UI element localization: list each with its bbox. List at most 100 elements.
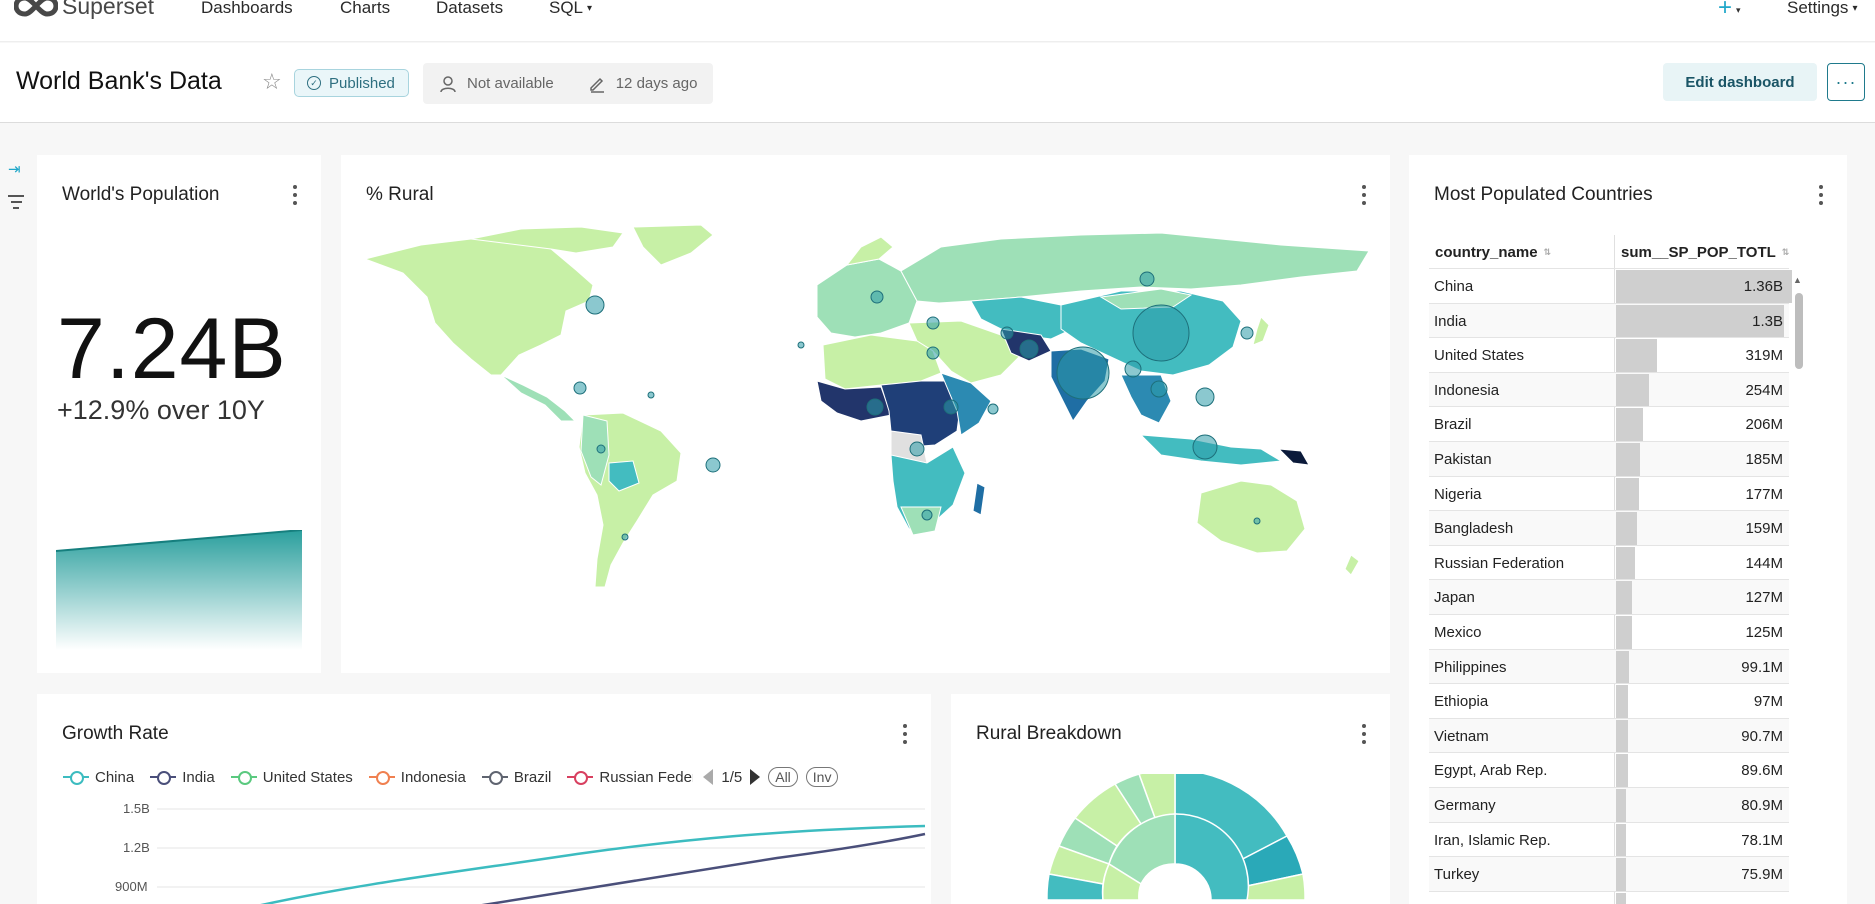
table-scrollbar-thumb[interactable]	[1795, 293, 1803, 369]
table-row[interactable]: Iran, Islamic Rep. 78.1M	[1429, 821, 1789, 857]
bubble-japan[interactable]	[1240, 326, 1254, 340]
region-new-zealand[interactable]	[1344, 554, 1360, 576]
region-australia[interactable]	[1196, 480, 1306, 554]
legend-item[interactable]: Indonesia	[368, 769, 466, 786]
bubble-caribbean[interactable]	[647, 391, 655, 399]
table-row[interactable]: Germany 80.9M	[1429, 787, 1789, 822]
star-icon[interactable]: ☆	[262, 69, 282, 95]
table-row[interactable]: Ethiopia 97M	[1429, 683, 1789, 719]
add-new-button[interactable]: + ▾	[1718, 0, 1741, 22]
card-title: % Rural	[366, 184, 434, 205]
bubble-argentina[interactable]	[621, 533, 629, 541]
nav-dashboards[interactable]: Dashboards	[201, 0, 293, 18]
table-row[interactable]: Brazil 206M	[1429, 406, 1789, 442]
scroll-up-arrow[interactable]: ▲	[1793, 275, 1802, 285]
growth-line-chart[interactable]	[157, 794, 927, 904]
table-row[interactable]: Russian Federation 144M	[1429, 544, 1789, 580]
bubble-united-states[interactable]	[585, 295, 605, 315]
filter-icon[interactable]	[8, 195, 24, 213]
bubble-brazil[interactable]	[705, 457, 721, 473]
legend-item[interactable]: Brazil	[481, 769, 551, 786]
column-header-population[interactable]: sum__SP_POP_TOTL ⇅	[1621, 235, 1789, 269]
edit-dashboard-button[interactable]: Edit dashboard	[1663, 63, 1817, 101]
more-options-button[interactable]: ···	[1827, 63, 1865, 101]
column-header-country-name[interactable]: country_name ⇅	[1435, 235, 1551, 269]
region-scandinavia[interactable]	[845, 236, 894, 266]
kebab-menu-icon[interactable]	[903, 724, 907, 748]
table-row[interactable]: Congo, Dem. Rep.74.9M	[1429, 890, 1789, 904]
legend-item[interactable]: United States	[230, 769, 353, 786]
bubble-mexico[interactable]	[573, 381, 587, 395]
nav-sql[interactable]: SQL ▾	[549, 0, 592, 18]
region-japan[interactable]	[1252, 316, 1270, 346]
bubble-vietnam[interactable]	[1150, 380, 1168, 398]
population-cell: 90.7M	[1741, 727, 1783, 745]
series-line-india[interactable]	[477, 832, 926, 904]
settings-menu[interactable]: Settings ▾	[1787, 0, 1857, 18]
table-row[interactable]: Philippines 99.1M	[1429, 648, 1789, 684]
bubble-germany[interactable]	[870, 290, 884, 304]
region-north-america[interactable]	[363, 236, 594, 376]
table-row[interactable]: Vietnam 90.7M	[1429, 717, 1789, 753]
dashboard-title[interactable]: World Bank's Data	[16, 67, 222, 96]
legend-item[interactable]: India	[150, 769, 215, 786]
population-cell: 177M	[1745, 485, 1783, 503]
table-row[interactable]: Bangladesh 159M	[1429, 510, 1789, 546]
table-row[interactable]: Nigeria 177M	[1429, 475, 1789, 511]
kebab-menu-icon[interactable]	[1819, 185, 1823, 209]
region-central-america[interactable]	[500, 374, 577, 422]
world-choropleth-map[interactable]	[361, 225, 1371, 615]
legend-item[interactable]: Russian Federation	[567, 769, 693, 786]
bubble-china[interactable]	[1132, 304, 1190, 362]
table-row[interactable]: Mexico 125M	[1429, 614, 1789, 649]
legend-next-icon[interactable]	[750, 769, 761, 785]
bubble-pakistan[interactable]	[1019, 339, 1039, 359]
population-cell: 185M	[1745, 451, 1783, 468]
bubble-australia[interactable]	[1253, 517, 1261, 525]
nav-charts[interactable]: Charts	[340, 0, 390, 18]
legend-all-button[interactable]: All	[768, 767, 798, 787]
country-name-cell: Japan	[1434, 589, 1475, 607]
table-row[interactable]: India 1.3B	[1429, 302, 1789, 338]
bubble-turkey[interactable]	[926, 316, 940, 330]
nav-datasets[interactable]: Datasets	[436, 0, 503, 18]
superset-logo[interactable]: Superset	[14, 0, 154, 19]
bubble-congo[interactable]	[909, 441, 925, 457]
bubble-morocco[interactable]	[797, 341, 805, 349]
region-south-africa[interactable]	[900, 506, 942, 536]
table-row[interactable]: United States 319M	[1429, 337, 1789, 373]
bubble-india[interactable]	[1056, 346, 1110, 400]
card-worlds-population: World's Population 7.24B +12.9% over 10Y	[37, 155, 321, 673]
bubble-russia[interactable]	[1139, 271, 1155, 287]
legend-prev-icon[interactable]	[703, 769, 714, 785]
series-line-china[interactable]	[257, 824, 926, 904]
bubble-south-africa[interactable]	[921, 509, 933, 521]
legend-item[interactable]: China	[63, 769, 134, 786]
sunburst-chart[interactable]	[1015, 774, 1335, 904]
kebab-menu-icon[interactable]	[293, 185, 297, 209]
kebab-menu-icon[interactable]	[1362, 724, 1366, 748]
bubble-colombia[interactable]	[596, 444, 606, 454]
expand-filters-icon[interactable]: ⇥	[8, 160, 21, 178]
bubble-indonesia[interactable]	[1192, 434, 1218, 460]
bubble-kenya[interactable]	[987, 403, 999, 415]
bubble-bangladesh[interactable]	[1124, 360, 1142, 378]
region-madagascar[interactable]	[972, 482, 986, 516]
published-badge[interactable]: ✓ Published	[294, 69, 409, 97]
population-cell: 1.3B	[1752, 312, 1783, 330]
bubble-philippines[interactable]	[1195, 387, 1215, 407]
table-row[interactable]: Pakistan 185M	[1429, 441, 1789, 476]
bubble-iran[interactable]	[1000, 326, 1014, 340]
bubble-egypt[interactable]	[926, 346, 940, 360]
bubble-nigeria[interactable]	[866, 398, 884, 416]
table-row[interactable]: Egypt, Arab Rep. 89.6M	[1429, 752, 1789, 788]
region-papua[interactable]	[1277, 448, 1310, 466]
bubble-ethiopia[interactable]	[943, 399, 959, 415]
region-greenland[interactable]	[632, 225, 714, 266]
kebab-menu-icon[interactable]	[1362, 185, 1366, 209]
table-row[interactable]: Indonesia 254M	[1429, 371, 1789, 407]
table-row[interactable]: Turkey 75.9M	[1429, 856, 1789, 892]
table-row[interactable]: China 1.36B	[1429, 268, 1792, 303]
table-row[interactable]: Japan 127M	[1429, 579, 1789, 615]
legend-invert-button[interactable]: Inv	[805, 767, 839, 787]
